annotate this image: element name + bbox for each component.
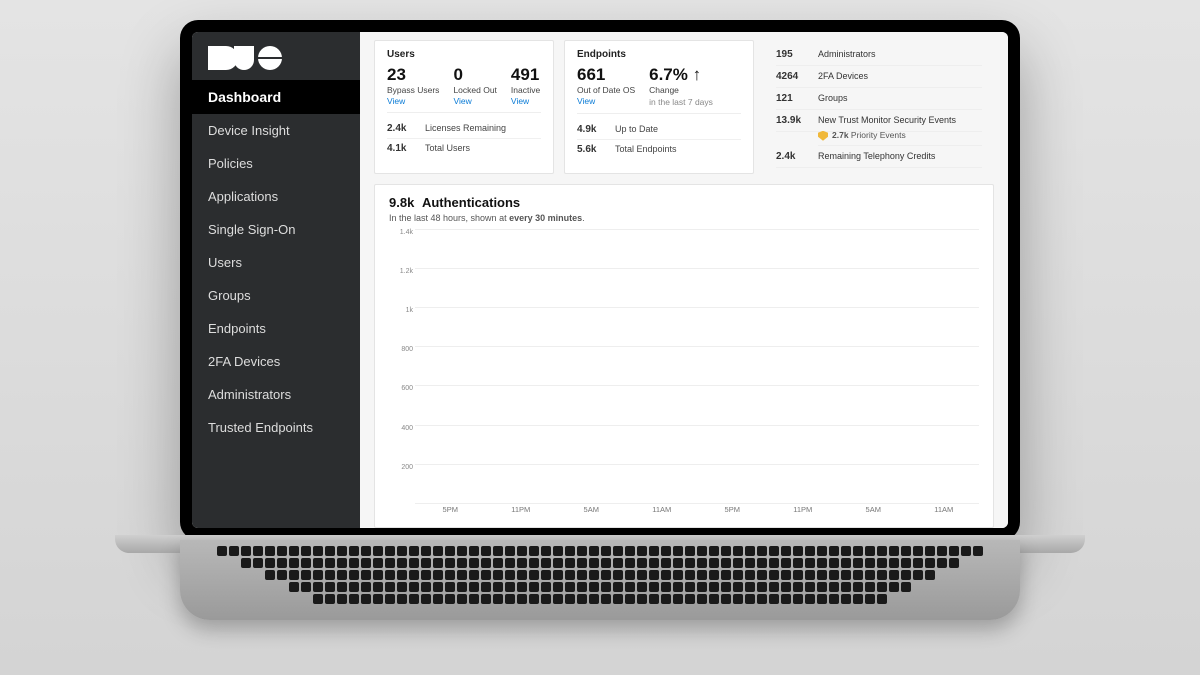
side-stats: 195Administrators42642FA Devices121Group… (764, 40, 994, 174)
sidebar-item-2fa-devices[interactable]: 2FA Devices (192, 345, 360, 378)
sidebar-item-applications[interactable]: Applications (192, 180, 360, 213)
sidebar-item-administrators[interactable]: Administrators (192, 378, 360, 411)
view-link[interactable]: View (387, 96, 439, 106)
sidebar-item-policies[interactable]: Policies (192, 147, 360, 180)
authentications-subtitle: In the last 48 hours, shown at every 30 … (389, 213, 979, 223)
sidebar-item-device-insight[interactable]: Device Insight (192, 114, 360, 147)
duo-logo-icon (208, 46, 282, 70)
users-stat-row: 4.1kTotal Users (387, 139, 541, 158)
authentications-title: 9.8k Authentications (389, 195, 979, 210)
laptop-keyboard (180, 540, 1020, 620)
users-card-title: Users (387, 49, 541, 60)
sidebar-item-trusted-endpoints[interactable]: Trusted Endpoints (192, 411, 360, 444)
endpoints-metric: 661Out of Date OSView (577, 66, 635, 107)
app-root: DashboardDevice InsightPoliciesApplicati… (192, 32, 1008, 528)
users-card: Users 23Bypass UsersView 0Locked OutView 4… (374, 40, 554, 174)
shield-icon (818, 131, 828, 141)
brand-logo (192, 32, 360, 80)
endpoints-stat-row: 5.6kTotal Endpoints (577, 140, 741, 159)
sidebar-item-endpoints[interactable]: Endpoints (192, 312, 360, 345)
side-stat-row[interactable]: 121Groups (776, 88, 982, 110)
sidebar-item-dashboard[interactable]: Dashboard (192, 80, 360, 114)
side-stat-row[interactable]: 2.4kRemaining Telephony Credits (776, 146, 982, 168)
trend-up-icon: ↑ (688, 65, 701, 84)
users-metric: 491InactiveView (511, 66, 540, 106)
sidebar-item-users[interactable]: Users (192, 246, 360, 279)
users-stat-row: 2.4kLicenses Remaining (387, 119, 541, 139)
summary-cards-row: Users 23Bypass UsersView 0Locked OutView 4… (360, 32, 1008, 174)
side-stat-row[interactable]: 195Administrators (776, 44, 982, 66)
users-metric: 23Bypass UsersView (387, 66, 439, 106)
view-link[interactable]: View (453, 96, 496, 106)
view-link[interactable]: View (511, 96, 540, 106)
sidebar-item-single-sign-on[interactable]: Single Sign-On (192, 213, 360, 246)
sidebar-item-groups[interactable]: Groups (192, 279, 360, 312)
endpoints-card: Endpoints 661Out of Date OSView 6.7% ↑Cha… (564, 40, 754, 174)
sidebar-nav: DashboardDevice InsightPoliciesApplicati… (192, 80, 360, 444)
users-metric: 0Locked OutView (453, 66, 496, 106)
auth-title-word: Authentications (422, 195, 520, 210)
priority-events[interactable]: 2.7k Priority Events (818, 130, 982, 146)
authentications-chart: 1.4k1.2k1k800600400200 5PM11PM5AM11AM5PM… (389, 229, 979, 521)
endpoints-card-title: Endpoints (577, 49, 741, 60)
auth-count: 9.8k (389, 195, 414, 210)
main-content: Users 23Bypass UsersView 0Locked OutView 4… (360, 32, 1008, 528)
authentications-panel: 9.8k Authentications In the last 48 hour… (374, 184, 994, 528)
endpoints-metric: 6.7% ↑Changein the last 7 days (649, 66, 713, 107)
sidebar: DashboardDevice InsightPoliciesApplicati… (192, 32, 360, 528)
side-stat-row[interactable]: 42642FA Devices (776, 66, 982, 88)
side-stat-row[interactable]: 13.9kNew Trust Monitor Security Events (776, 110, 982, 132)
view-link[interactable]: View (577, 96, 635, 106)
endpoints-stat-row: 4.9kUp to Date (577, 120, 741, 140)
